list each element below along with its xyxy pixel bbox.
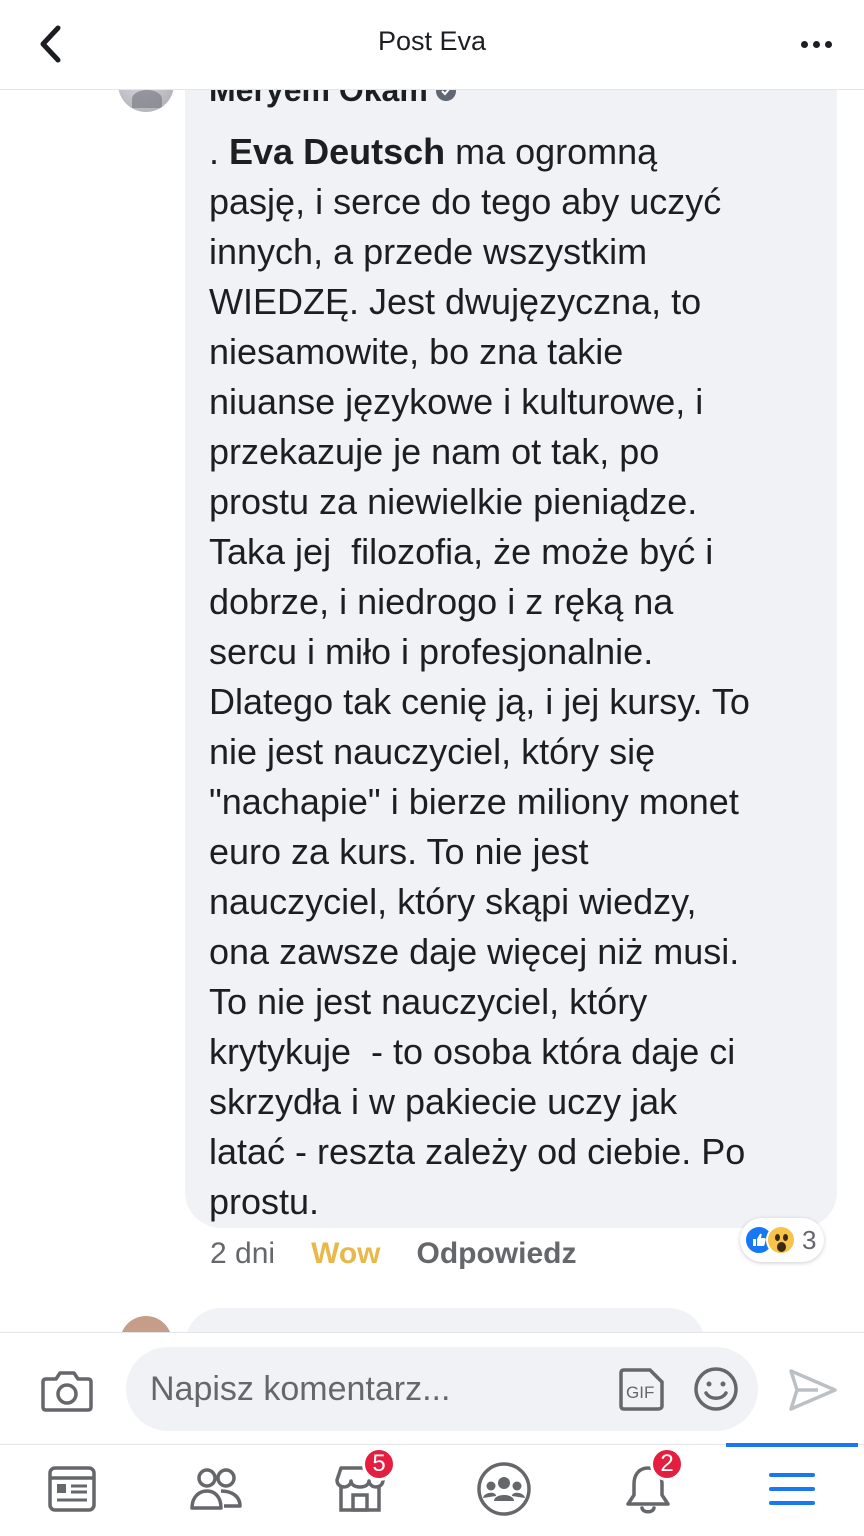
friends-icon — [190, 1468, 242, 1510]
bottom-nav: 5 2 — [0, 1443, 864, 1536]
comment-input[interactable] — [150, 1347, 590, 1431]
tab-news-feed[interactable] — [42, 1459, 102, 1519]
tab-friends[interactable] — [186, 1459, 246, 1519]
camera-icon[interactable] — [40, 1363, 94, 1417]
svg-text:GIF: GIF — [626, 1383, 654, 1402]
notifications-badge: 2 — [650, 1447, 684, 1481]
comment-timestamp[interactable]: 2 dni — [210, 1237, 275, 1271]
tab-menu[interactable] — [762, 1459, 822, 1519]
comment-actions: 2 dni Wow Odpowiedz — [210, 1226, 577, 1282]
mention-link[interactable]: Eva Deutsch — [229, 131, 445, 172]
reaction-summary[interactable]: 3 — [740, 1218, 825, 1262]
next-comment-bubble — [185, 1308, 705, 1332]
comment-author[interactable]: Meryem Okam — [209, 90, 456, 109]
news-feed-icon — [48, 1466, 96, 1512]
verified-icon — [435, 90, 456, 101]
next-comment-avatar[interactable] — [120, 1316, 172, 1332]
wow-icon — [766, 1225, 796, 1255]
menu-icon — [769, 1473, 815, 1505]
tab-groups[interactable] — [474, 1459, 534, 1519]
groups-icon — [477, 1462, 531, 1516]
marketplace-badge: 5 — [362, 1447, 396, 1481]
tab-marketplace[interactable]: 5 — [330, 1447, 396, 1519]
emoji-icon[interactable] — [692, 1365, 740, 1413]
page-title: Post Eva — [377, 26, 487, 56]
author-name[interactable]: Meryem Okam — [209, 90, 428, 109]
comment-text: . Eva Deutsch ma ogromną pasję, i serce … — [209, 131, 750, 1222]
tab-notifications[interactable]: 2 — [618, 1447, 684, 1519]
author-avatar[interactable] — [118, 90, 174, 112]
gif-icon[interactable]: GIF — [618, 1366, 666, 1412]
reaction-button[interactable]: Wow — [311, 1237, 380, 1271]
send-icon[interactable] — [788, 1367, 838, 1413]
comment-bubble: Meryem Okam . Eva Deutsch ma ogromną pas… — [185, 90, 837, 1228]
more-options-button[interactable] — [794, 22, 838, 66]
top-bar: Post Eva — [0, 0, 864, 90]
comment-thread: Meryem Okam . Eva Deutsch ma ogromną pas… — [0, 90, 864, 1332]
comment-input-box[interactable]: GIF — [126, 1347, 758, 1431]
comment-composer: GIF — [0, 1332, 864, 1444]
reply-button[interactable]: Odpowiedz — [417, 1237, 577, 1271]
active-tab-indicator — [726, 1443, 858, 1447]
more-horizontal-icon — [800, 40, 808, 48]
reaction-count: 3 — [802, 1224, 817, 1255]
